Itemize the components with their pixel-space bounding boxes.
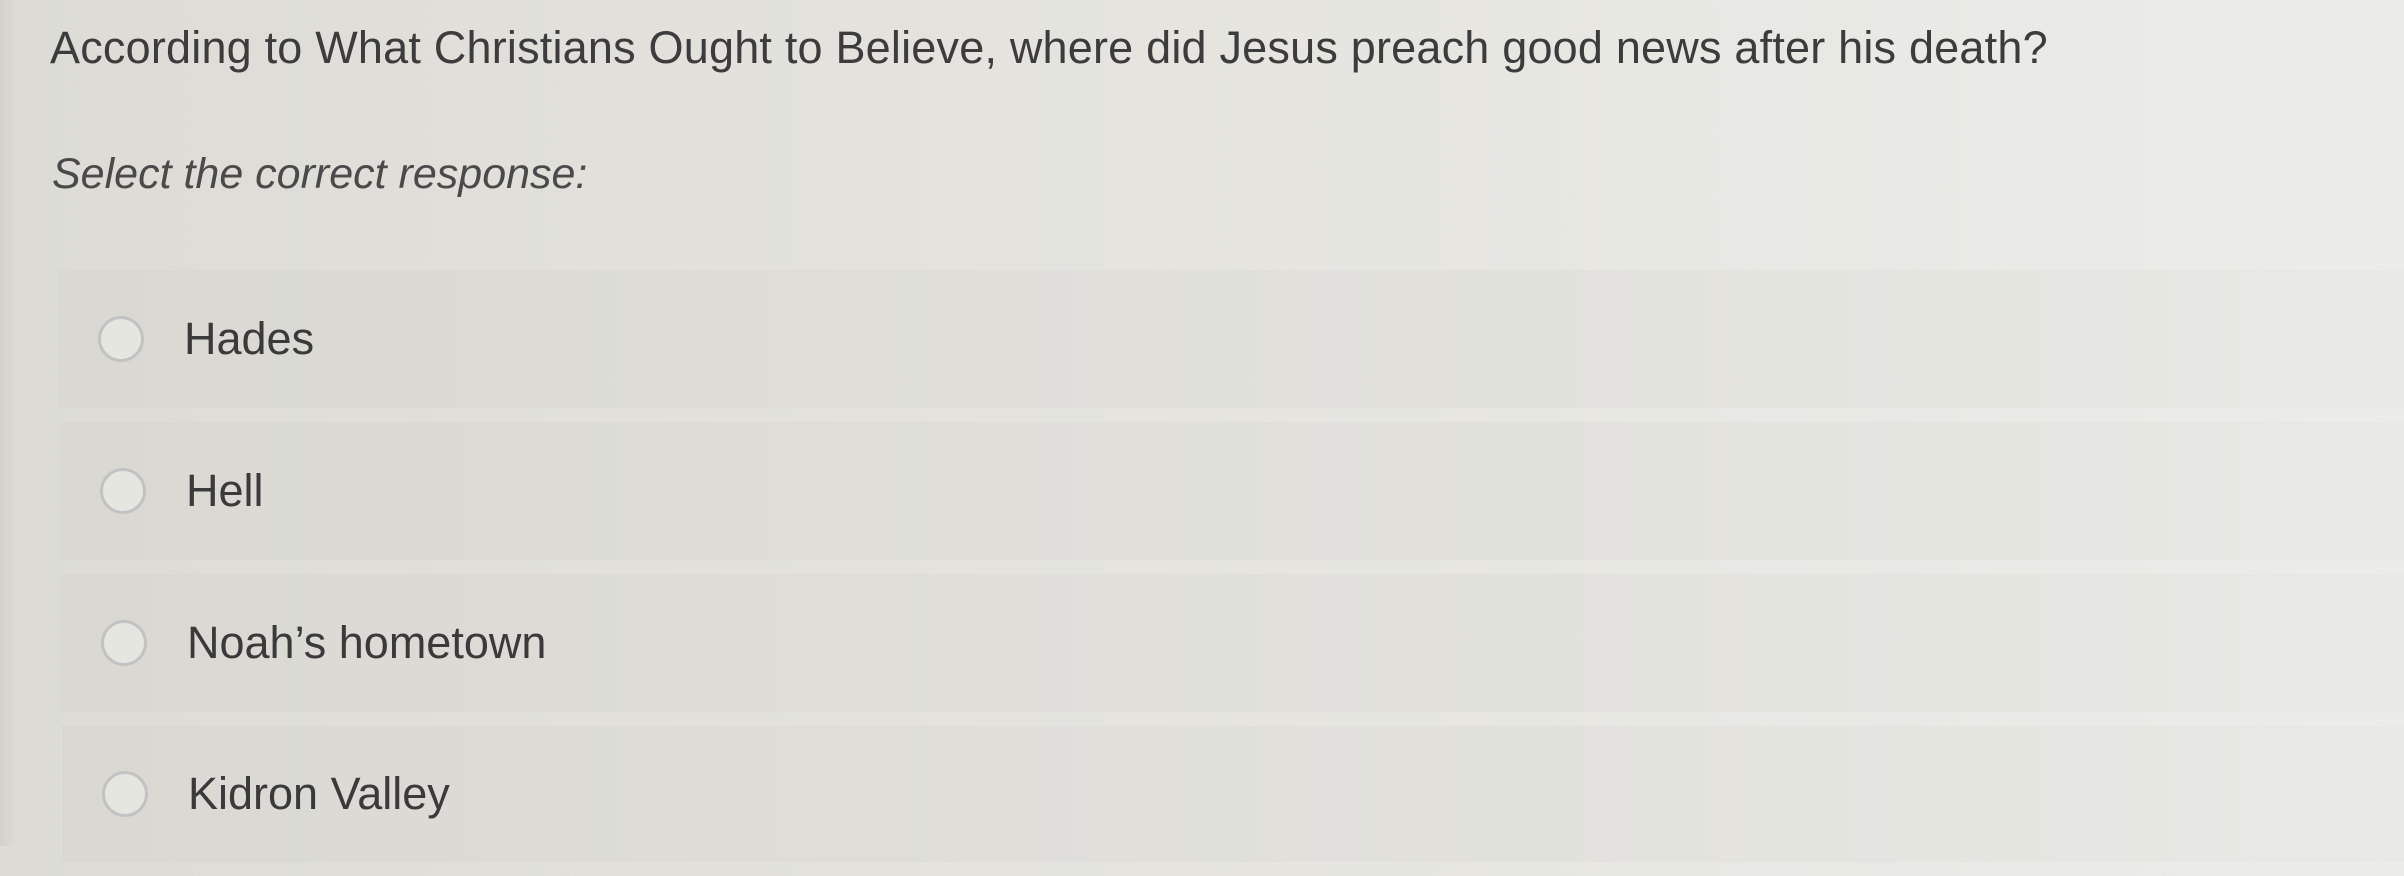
option-label: Kidron Valley: [188, 768, 450, 819]
instruction-text: Select the correct response:: [52, 150, 588, 198]
option-kidron-valley[interactable]: Kidron Valley: [62, 726, 2404, 862]
option-label: Noah’s hometown: [187, 617, 547, 668]
option-label: Hell: [186, 465, 264, 516]
answer-options: Hades Hell Noah’s hometown Kidron Valley: [58, 270, 2404, 876]
radio-button-icon[interactable]: [102, 771, 148, 817]
option-hades[interactable]: Hades: [58, 270, 2404, 408]
option-label: Hades: [184, 313, 315, 364]
radio-button-icon[interactable]: [98, 316, 144, 362]
question-text: According to What Christians Ought to Be…: [50, 22, 2048, 73]
page-edge: [0, 0, 16, 846]
radio-button-icon[interactable]: [101, 620, 147, 666]
option-noahs-hometown[interactable]: Noah’s hometown: [61, 574, 2404, 712]
option-hell[interactable]: Hell: [60, 422, 2404, 560]
radio-button-icon[interactable]: [100, 468, 146, 514]
